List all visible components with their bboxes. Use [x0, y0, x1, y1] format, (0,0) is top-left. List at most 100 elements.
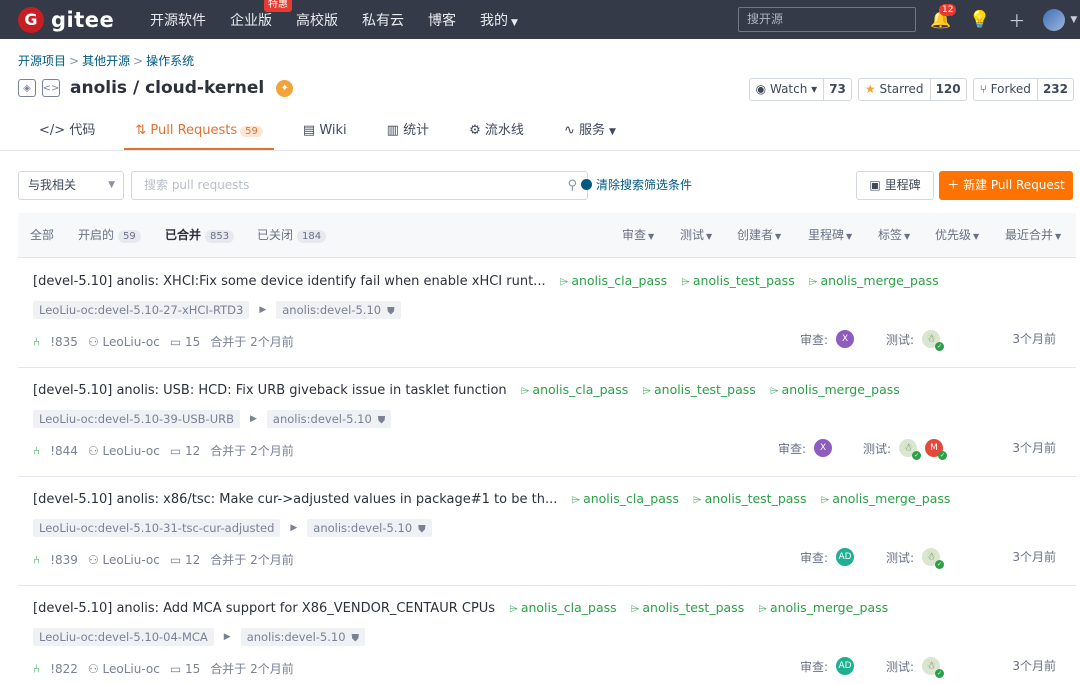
- sort-priority[interactable]: 优先级 ▼: [935, 213, 979, 259]
- pr-row[interactable]: [devel-5.10] anolis: XHCI:Fix some devic…: [18, 258, 1076, 368]
- pr-row[interactable]: [devel-5.10] anolis: Add MCA support for…: [18, 585, 1076, 684]
- target-branch[interactable]: anolis:devel-5.10 ⛊: [307, 519, 432, 537]
- star-count[interactable]: 120: [929, 79, 966, 100]
- label-merge[interactable]: ⌲ anolis_merge_pass: [809, 273, 939, 288]
- label-cla[interactable]: ⌲ anolis_cla_pass: [509, 600, 616, 615]
- sort-recent-merged[interactable]: 最近合并 ▼: [1005, 213, 1061, 259]
- label-test[interactable]: ⌲ anolis_test_pass: [681, 273, 794, 288]
- bot-avatar-icon[interactable]: ☃ ✓: [922, 548, 945, 569]
- state-merged[interactable]: 已合并 853: [165, 213, 235, 259]
- nav-enterprise[interactable]: 企业版 特惠: [230, 0, 292, 30]
- source-branch[interactable]: LeoLiu-oc:devel-5.10-39-USB-URB: [33, 410, 240, 428]
- nav-blog[interactable]: 博客: [428, 10, 456, 30]
- chevron-down-icon[interactable]: ▼: [1070, 15, 1077, 25]
- reviewer-avatar[interactable]: X: [836, 330, 855, 348]
- reviewer-avatar[interactable]: AD: [836, 548, 855, 566]
- pr-number[interactable]: !844: [50, 444, 78, 458]
- sort-reviewer[interactable]: 审查 ▼: [622, 213, 654, 259]
- label-cla[interactable]: ⌲ anolis_cla_pass: [560, 273, 667, 288]
- pr-comments[interactable]: ▭ 12: [170, 444, 200, 458]
- gvp-badge-icon[interactable]: ✦: [276, 79, 294, 97]
- label-cla[interactable]: ⌲ anolis_cla_pass: [521, 382, 628, 397]
- repo-name[interactable]: anolis / cloud-kernel: [70, 78, 264, 98]
- label-cla[interactable]: ⌲ anolis_cla_pass: [571, 491, 678, 506]
- chevron-down-icon: ▼: [511, 17, 518, 28]
- global-search-input[interactable]: 搜开源: [738, 7, 916, 32]
- reviewer-avatar[interactable]: X: [814, 439, 833, 457]
- pr-number[interactable]: !835: [50, 335, 78, 349]
- source-branch[interactable]: LeoLiu-oc:devel-5.10-31-tsc-cur-adjusted: [33, 519, 281, 537]
- bell-icon[interactable]: 🔔 12: [930, 3, 957, 30]
- tab-code[interactable]: </> 代码: [28, 114, 106, 150]
- breadcrumb-item[interactable]: 开源项目: [18, 54, 66, 68]
- tab-pull-requests[interactable]: ⇅ Pull Requests 59: [124, 114, 274, 150]
- pr-author[interactable]: ⚇ LeoLiu-oc: [88, 335, 160, 349]
- chevron-down-icon: ▼: [609, 127, 616, 137]
- state-all[interactable]: 全部: [30, 213, 54, 258]
- plus-icon: ＋: [947, 178, 960, 192]
- pr-comments[interactable]: ▭ 12: [170, 553, 200, 567]
- milestone-button[interactable]: ▣ 里程碑: [856, 171, 934, 200]
- target-branch[interactable]: anolis:devel-5.10 ⛊: [266, 410, 392, 428]
- tab-wiki[interactable]: ▤ Wiki: [292, 114, 358, 150]
- star-button[interactable]: ★ Starred 120: [857, 78, 967, 101]
- search-icon[interactable]: ⚲: [567, 172, 577, 199]
- breadcrumb-item[interactable]: 操作系统: [146, 54, 194, 68]
- pr-row[interactable]: [devel-5.10] anolis: USB: HCD: Fix URB g…: [18, 367, 1076, 477]
- label-merge[interactable]: ⌲ anolis_merge_pass: [758, 600, 888, 615]
- label-merge[interactable]: ⌲ anolis_merge_pass: [821, 491, 951, 506]
- nav-mine[interactable]: 我的 ▼: [480, 10, 518, 30]
- pr-title[interactable]: [devel-5.10] anolis: XHCI:Fix some devic…: [33, 274, 546, 289]
- pr-row[interactable]: [devel-5.10] anolis: x86/tsc: Make cur->…: [18, 476, 1076, 586]
- label-test[interactable]: ⌲ anolis_test_pass: [693, 491, 806, 506]
- state-open[interactable]: 开启的 59: [78, 213, 141, 259]
- lightbulb-icon[interactable]: 💡: [969, 10, 990, 30]
- tab-pipeline[interactable]: ⚙ 流水线: [458, 114, 535, 150]
- gitee-logo[interactable]: G gitee: [18, 6, 136, 33]
- label-merge[interactable]: ⌲ anolis_merge_pass: [770, 382, 900, 397]
- pr-number[interactable]: !822: [50, 662, 78, 676]
- source-branch[interactable]: LeoLiu-oc:devel-5.10-27-xHCI-RTD3: [33, 301, 250, 319]
- label-test[interactable]: ⌲ anolis_test_pass: [631, 600, 744, 615]
- pr-comments[interactable]: ▭ 15: [170, 335, 200, 349]
- pr-title[interactable]: [devel-5.10] anolis: x86/tsc: Make cur->…: [33, 492, 557, 507]
- fork-button[interactable]: ⑂ Forked 232: [972, 78, 1074, 101]
- tester-avatar[interactable]: M ✓: [925, 439, 948, 460]
- target-branch[interactable]: anolis:devel-5.10 ⛊: [276, 301, 401, 319]
- pr-author[interactable]: ⚇ LeoLiu-oc: [88, 662, 160, 676]
- sort-label[interactable]: 标签 ▼: [878, 213, 910, 259]
- user-avatar[interactable]: [1043, 8, 1066, 31]
- pr-author[interactable]: ⚇ LeoLiu-oc: [88, 553, 160, 567]
- plus-icon[interactable]: ＋: [1008, 7, 1025, 32]
- repo-code-icon: <>: [42, 79, 60, 97]
- watch-count[interactable]: 73: [823, 79, 851, 100]
- label-test[interactable]: ⌲ anolis_test_pass: [642, 382, 755, 397]
- state-closed[interactable]: 已关闭 184: [257, 213, 327, 259]
- pr-title[interactable]: [devel-5.10] anolis: USB: HCD: Fix URB g…: [33, 383, 507, 398]
- sort-tester[interactable]: 测试 ▼: [680, 213, 712, 259]
- sort-milestone[interactable]: 里程碑 ▼: [808, 213, 852, 259]
- pr-title[interactable]: [devel-5.10] anolis: Add MCA support for…: [33, 601, 495, 616]
- bot-avatar-icon[interactable]: ☃ ✓: [922, 657, 945, 678]
- bot-avatar-icon[interactable]: ☃ ✓: [922, 330, 945, 351]
- tab-stats[interactable]: ▥ 统计: [376, 114, 440, 150]
- nav-private-cloud[interactable]: 私有云: [362, 10, 404, 30]
- sort-author[interactable]: 创建者 ▼: [737, 213, 781, 259]
- source-branch[interactable]: LeoLiu-oc:devel-5.10-04-MCA: [33, 628, 214, 646]
- relation-dropdown[interactable]: 与我相关 ▼: [18, 171, 124, 200]
- tab-services[interactable]: ∿ 服务 ▼: [553, 114, 627, 150]
- new-pull-request-button[interactable]: ＋ 新建 Pull Request: [939, 171, 1073, 200]
- target-branch[interactable]: anolis:devel-5.10 ⛊: [240, 628, 366, 646]
- fork-count[interactable]: 232: [1036, 79, 1073, 100]
- nav-open-source[interactable]: 开源软件: [150, 10, 206, 30]
- pr-number[interactable]: !839: [50, 553, 78, 567]
- reviewer-avatar[interactable]: AD: [836, 657, 855, 675]
- bot-avatar-icon[interactable]: ☃ ✓: [899, 439, 922, 460]
- breadcrumb-item[interactable]: 其他开源: [82, 54, 130, 68]
- clear-filters-link[interactable]: 清除搜索筛选条件: [581, 171, 692, 200]
- pr-author[interactable]: ⚇ LeoLiu-oc: [88, 444, 160, 458]
- pr-search-input[interactable]: 搜索 pull requests ⚲: [131, 171, 588, 200]
- watch-button[interactable]: ◉ Watch ▾ 73: [748, 78, 852, 101]
- pr-comments[interactable]: ▭ 15: [170, 662, 200, 676]
- nav-education[interactable]: 高校版: [296, 10, 338, 30]
